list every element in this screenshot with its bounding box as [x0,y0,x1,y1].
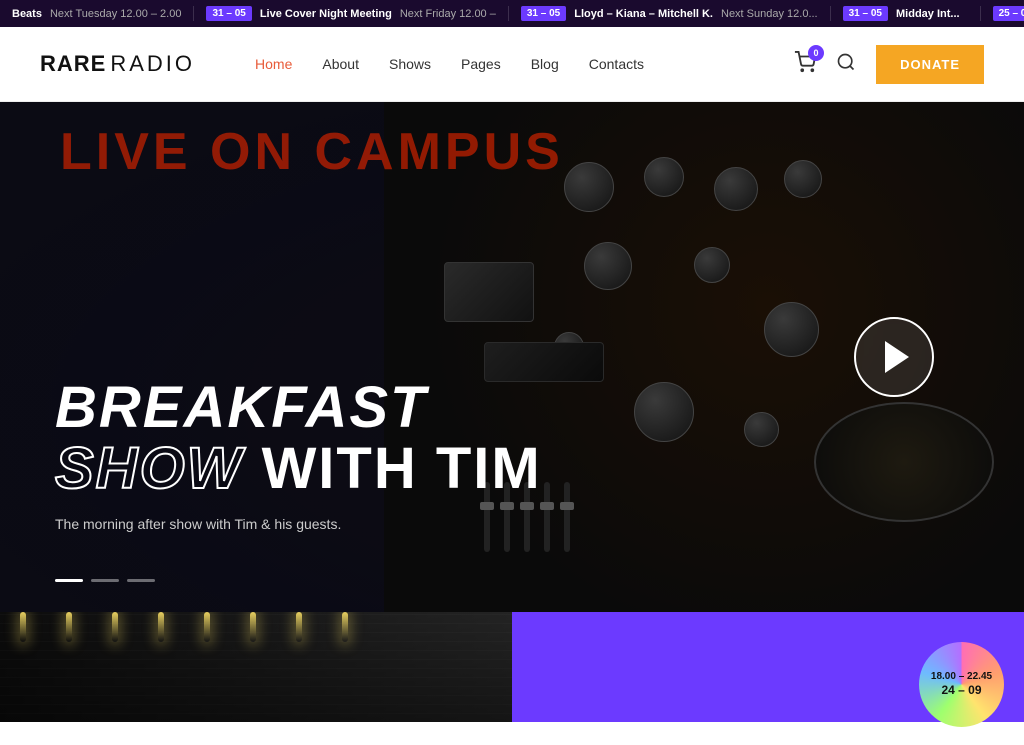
hero-title-solid: WITH TIM [262,436,542,501]
hero-title-outline: SHOW [55,436,243,501]
ticker-item-date-3: 31 – 05 Midday Int... [831,6,981,21]
equipment-block-2 [484,342,604,382]
ceil-light-6 [250,612,256,642]
logo-radio: RADIO [110,51,195,77]
logo-rare: RARE [40,51,106,77]
ticker-date-badge-1: 31 – 05 [206,6,251,21]
ceil-light-5 [204,612,210,642]
dot-1[interactable] [55,579,83,582]
ticker-item-date-1: 31 – 05 Live Cover Night Meeting Next Fr… [194,6,508,21]
nav-item-about[interactable]: About [322,56,359,72]
turntable [814,402,994,522]
ticker-show-name-3: Lloyd – Kiana – Mitchell K. [574,8,713,20]
nav-item-shows[interactable]: Shows [389,56,431,72]
ceil-light-8 [342,612,348,642]
bottom-left-image [0,612,512,722]
ticker-date-badge-3: 31 – 05 [843,6,888,21]
ticker-show-name-1: Beats [12,8,42,20]
dot-3[interactable] [127,579,155,582]
ticker-date-badge-2: 31 – 05 [521,6,566,21]
ceil-light-3 [112,612,118,642]
knob-4 [784,160,822,198]
equipment-block-1 [444,262,534,322]
ceil-light-7 [296,612,302,642]
hero-title-line2: SHOW WITH TIM [55,439,542,500]
ceil-light-1 [20,612,26,642]
knob-5 [584,242,632,290]
hero-subtitle: The morning after show with Tim & his gu… [55,516,542,532]
cart-icon[interactable]: 0 [794,51,816,78]
knob-7 [764,302,819,357]
ticker-item-date-2: 31 – 05 Lloyd – Kiana – Mitchell K. Next… [509,6,831,21]
knob-6 [694,247,730,283]
knob-2 [644,157,684,197]
knob-1 [564,162,614,212]
ticker-show-name-4: Midday Int... [896,8,960,20]
dot-2[interactable] [91,579,119,582]
ticker-item-date-4: 25 – 06 [981,6,1024,21]
main-nav: Home About Shows Pages Blog Contacts [255,56,794,72]
header: RARE RADIO Home About Shows Pages Blog C… [0,27,1024,102]
nav-item-blog[interactable]: Blog [531,56,559,72]
logo[interactable]: RARE RADIO [40,51,195,77]
hero-content: BREAKFAST SHOW WITH TIM The morning afte… [55,378,542,532]
event-badge: 18.00 – 22.45 24 – 09 [919,642,1004,727]
hero-section: LIVE ON CAMPUS BREAKFAST SHOW WITH TIM T… [0,102,1024,612]
ticker-show-time-1: Next Tuesday 12.00 – 2.00 [50,8,181,20]
ticker-item-1: Beats Next Tuesday 12.00 – 2.00 [0,6,194,21]
knob-3 [714,167,758,211]
nav-item-home[interactable]: Home [255,56,292,72]
bottom-left-panel [0,612,512,722]
ceil-light-4 [158,612,164,642]
cart-badge: 0 [808,45,824,61]
slider-dots [55,579,155,582]
bottom-strip: 18.00 – 22.45 24 – 09 [0,612,1024,722]
nav-item-contacts[interactable]: Contacts [589,56,644,72]
badge-date: 24 – 09 [941,683,981,699]
play-button[interactable] [854,317,934,397]
fader-5 [564,482,570,552]
ticker-show-name-2: Live Cover Night Meeting [260,8,392,20]
knob-10 [744,412,779,447]
ceil-light-2 [66,612,72,642]
hero-title-line1: BREAKFAST [55,378,542,439]
fader-4 [544,482,550,552]
ticker-inner: Beats Next Tuesday 12.00 – 2.00 31 – 05 … [0,6,1024,21]
ticker-date-badge-4: 25 – 06 [993,6,1024,21]
nav-item-pages[interactable]: Pages [461,56,501,72]
live-on-campus-text: LIVE ON CAMPUS [60,122,564,182]
bottom-right-panel: 18.00 – 22.45 24 – 09 [512,612,1024,722]
knob-9 [634,382,694,442]
ceiling-lights [0,612,512,656]
ticker-show-time-2: Next Friday 12.00 – [400,8,496,20]
ticker-show-time-3: Next Sunday 12.0... [721,8,818,20]
badge-time: 18.00 – 22.45 [931,670,992,683]
ticker-bar: Beats Next Tuesday 12.00 – 2.00 31 – 05 … [0,0,1024,27]
search-icon[interactable] [836,52,856,77]
donate-button[interactable]: DONATE [876,45,984,84]
header-actions: 0 DONATE [794,45,984,84]
